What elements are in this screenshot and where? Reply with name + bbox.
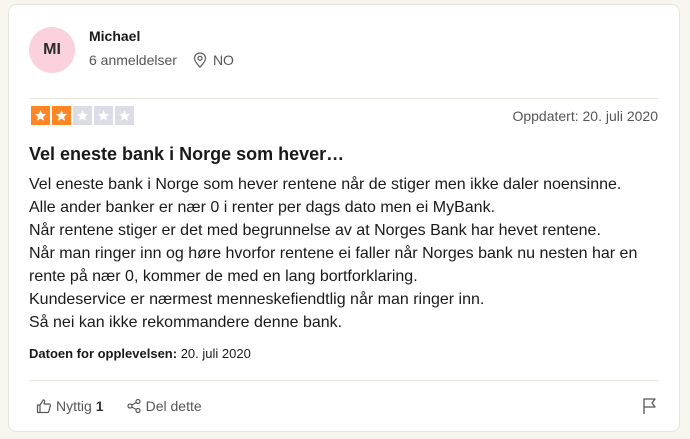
review-line: Kundeservice er nærmest menneskefiendtli… [29, 291, 485, 308]
star-icon [118, 110, 131, 121]
useful-label: Nyttig [56, 398, 92, 414]
location-icon [193, 52, 207, 68]
star-4 [94, 106, 113, 125]
reviewer-location: NO [193, 52, 234, 68]
review-date: Oppdatert: 20. juli 2020 [512, 108, 658, 124]
reviewer-meta: 6 anmeldelser NO [89, 52, 234, 68]
star-icon [76, 110, 89, 121]
review-line: Så nei kan ikke rekommandere denne bank. [29, 314, 343, 331]
divider [29, 98, 659, 99]
star-2 [52, 106, 71, 125]
share-button[interactable]: Del dette [126, 398, 202, 414]
share-icon [126, 398, 141, 414]
country-code: NO [212, 52, 234, 68]
review-body: Vel eneste bank i Norge som hever renten… [29, 173, 669, 334]
review-line: Når rentene stiger er det med begrunnels… [29, 222, 601, 239]
useful-button[interactable]: Nyttig 1 [36, 398, 104, 414]
report-button[interactable] [642, 397, 658, 420]
avatar[interactable]: MI [29, 27, 75, 73]
review-line: Vel eneste bank i Norge som hever renten… [29, 176, 622, 193]
reviews-count: 6 anmeldelser [89, 52, 177, 68]
experience-label: Datoen for opplevelsen: [29, 346, 178, 361]
review-card: MI Michael 6 anmeldelser NO Oppdatert: 2… [8, 4, 680, 432]
star-5 [115, 106, 134, 125]
star-icon [34, 110, 47, 121]
star-rating [31, 106, 134, 125]
useful-count: 1 [95, 398, 104, 414]
experience-value: 20. juli 2020 [180, 346, 251, 361]
review-actions: Nyttig 1 Del dette [36, 398, 202, 414]
review-title[interactable]: Vel eneste bank i Norge som hever… [29, 144, 344, 165]
divider [29, 380, 659, 381]
reviewer-name[interactable]: Michael [89, 28, 234, 44]
share-label: Del dette [145, 398, 202, 414]
experience-date: Datoen for opplevelsen: 20. juli 2020 [29, 346, 251, 361]
reviewer-header: MI Michael 6 anmeldelser NO [29, 27, 234, 73]
thumbs-up-icon [36, 399, 51, 414]
star-1 [31, 106, 50, 125]
reviewer-info: Michael 6 anmeldelser NO [89, 28, 234, 68]
star-3 [73, 106, 92, 125]
review-line: Alle ander banker er nær 0 i renter per … [29, 199, 496, 216]
star-icon [55, 110, 68, 121]
flag-icon [643, 398, 656, 414]
star-icon [97, 110, 110, 121]
review-line: Når man ringer inn og høre hvorfor rente… [29, 245, 638, 285]
